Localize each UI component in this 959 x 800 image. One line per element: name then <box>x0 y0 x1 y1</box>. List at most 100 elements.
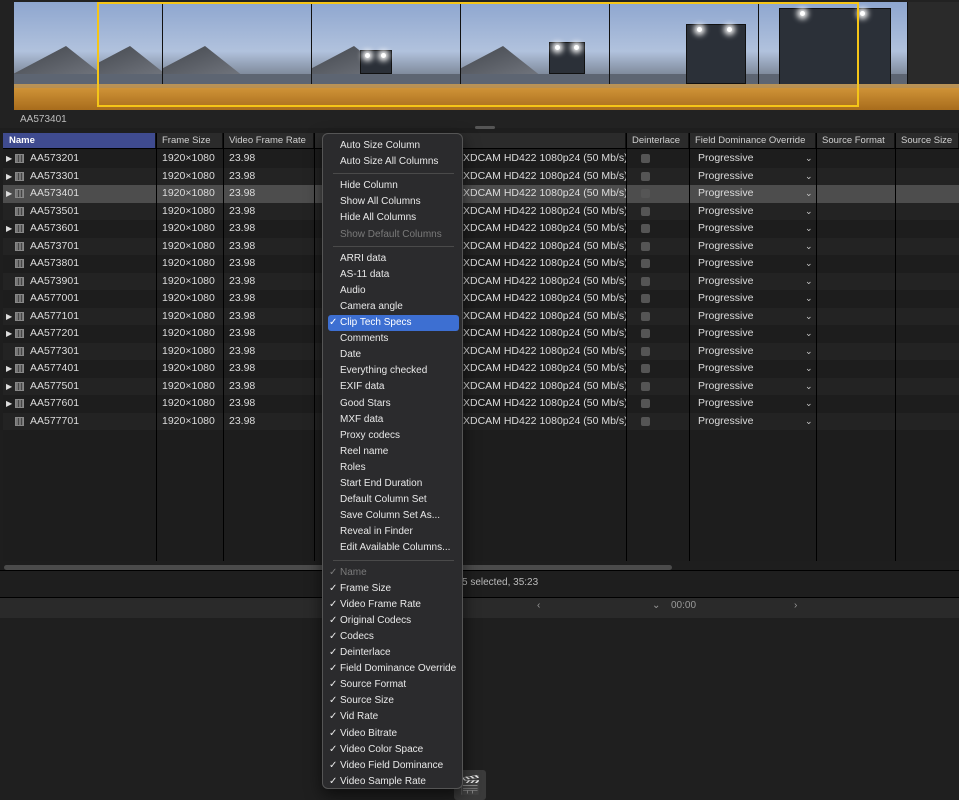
column-header[interactable]: Source Size <box>895 133 959 148</box>
chevron-down-icon[interactable]: ⌄ <box>805 360 813 378</box>
deinterlace-checkbox[interactable] <box>641 259 650 268</box>
column-header[interactable]: Frame Size <box>156 133 223 148</box>
deinterlace-checkbox[interactable] <box>641 189 650 198</box>
column-header[interactable]: Video Frame Rate <box>223 133 314 148</box>
menu-item[interactable]: Start End Duration <box>328 476 459 492</box>
menu-item[interactable]: ✓ Source Size <box>328 693 459 709</box>
deinterlace-checkbox[interactable] <box>641 311 650 321</box>
menu-item[interactable]: Date <box>328 347 459 363</box>
chevron-down-icon[interactable]: ⌄ <box>805 343 813 361</box>
field-dominance-cell[interactable]: Progressive <box>698 255 753 273</box>
column-header[interactable]: Field Dominance Override <box>689 133 816 148</box>
selection-range-outline[interactable] <box>97 2 859 107</box>
disclosure-triangle-icon[interactable]: ▶ <box>6 325 12 343</box>
chevron-down-icon[interactable]: ⌄ <box>805 220 813 238</box>
deinterlace-checkbox[interactable] <box>641 399 650 408</box>
menu-item[interactable]: Default Column Set <box>328 492 459 508</box>
menu-item[interactable]: ✓ Vid Rate <box>328 709 459 725</box>
chevron-down-icon[interactable]: ⌄ <box>805 150 813 168</box>
previous-icon[interactable]: ‹ <box>537 600 540 611</box>
field-dominance-cell[interactable]: Progressive <box>698 220 753 238</box>
menu-item[interactable]: Audio <box>328 283 459 299</box>
field-dominance-cell[interactable]: Progressive <box>698 150 753 168</box>
disclosure-triangle-icon[interactable]: ▶ <box>6 185 12 203</box>
deinterlace-checkbox[interactable] <box>641 206 650 216</box>
chevron-down-icon[interactable]: ⌄ <box>805 413 813 431</box>
deinterlace-checkbox[interactable] <box>641 381 650 391</box>
field-dominance-cell[interactable]: Progressive <box>698 413 753 431</box>
chevron-down-icon[interactable]: ⌄ <box>805 168 813 186</box>
menu-item[interactable]: Hide All Columns <box>328 210 459 226</box>
field-dominance-cell[interactable]: Progressive <box>698 168 753 186</box>
next-icon[interactable]: › <box>794 600 797 611</box>
field-dominance-cell[interactable]: Progressive <box>698 238 753 256</box>
chevron-down-icon[interactable]: ⌄ <box>805 203 813 221</box>
disclosure-triangle-icon[interactable]: ▶ <box>6 378 12 396</box>
field-dominance-cell[interactable]: Progressive <box>698 343 753 361</box>
menu-item[interactable]: ✓ Video Field Dominance <box>328 758 459 774</box>
chevron-down-icon[interactable]: ⌄ <box>805 255 813 273</box>
disclosure-triangle-icon[interactable]: ▶ <box>6 150 12 168</box>
menu-item[interactable]: ✓ Original Codecs <box>328 613 459 629</box>
field-dominance-cell[interactable]: Progressive <box>698 290 753 308</box>
deinterlace-checkbox[interactable] <box>641 329 650 338</box>
field-dominance-cell[interactable]: Progressive <box>698 203 753 221</box>
disclosure-triangle-icon[interactable]: ▶ <box>6 395 12 413</box>
menu-item[interactable]: ✓ Video Color Space <box>328 742 459 758</box>
chevron-down-icon[interactable]: ⌄ <box>805 325 813 343</box>
column-header[interactable]: Source Format <box>816 133 895 148</box>
field-dominance-cell[interactable]: Progressive <box>698 325 753 343</box>
column-header[interactable]: Name <box>3 133 156 148</box>
menu-item[interactable]: Hide Column <box>328 178 459 194</box>
menu-item[interactable]: Comments <box>328 331 459 347</box>
chevron-down-icon[interactable]: ⌄ <box>805 273 813 291</box>
menu-item[interactable]: ✓ Source Format <box>328 677 459 693</box>
menu-item[interactable]: Show All Columns <box>328 194 459 210</box>
menu-item[interactable]: ✓ Video Bitrate <box>328 726 459 742</box>
chevron-down-icon[interactable]: ⌄ <box>805 290 813 308</box>
field-dominance-cell[interactable]: Progressive <box>698 378 753 396</box>
menu-item[interactable]: EXIF data <box>328 379 459 395</box>
menu-item[interactable]: Camera angle <box>328 299 459 315</box>
field-dominance-cell[interactable]: Progressive <box>698 185 753 203</box>
menu-item[interactable]: Proxy codecs <box>328 428 459 444</box>
deinterlace-checkbox[interactable] <box>641 364 650 373</box>
deinterlace-checkbox[interactable] <box>641 241 650 251</box>
menu-item[interactable]: AS-11 data <box>328 267 459 283</box>
menu-item[interactable]: Reveal in Finder <box>328 524 459 540</box>
menu-item[interactable]: Reel name <box>328 444 459 460</box>
disclosure-triangle-icon[interactable]: ▶ <box>6 220 12 238</box>
menu-item[interactable]: ARRI data <box>328 251 459 267</box>
menu-item[interactable]: ✓ Frame Size <box>328 581 459 597</box>
disclosure-triangle-icon[interactable]: ▶ <box>6 168 12 186</box>
field-dominance-cell[interactable]: Progressive <box>698 273 753 291</box>
menu-item[interactable]: Edit Available Columns... <box>328 540 459 556</box>
chevron-down-icon[interactable]: ⌄ <box>805 395 813 413</box>
menu-item[interactable]: ✓ Field Dominance Override <box>328 661 459 677</box>
column-header[interactable]: Deinterlace <box>626 133 689 148</box>
menu-item[interactable]: Roles <box>328 460 459 476</box>
resize-handle[interactable] <box>475 126 495 129</box>
chevron-down-icon[interactable]: ⌄ <box>805 308 813 326</box>
menu-item[interactable]: ✓ Codecs <box>328 629 459 645</box>
deinterlace-checkbox[interactable] <box>641 224 650 233</box>
filmstrip-viewer[interactable]: AA573401 <box>0 0 959 129</box>
deinterlace-checkbox[interactable] <box>641 416 650 426</box>
chevron-down-icon[interactable]: ⌄ <box>805 185 813 203</box>
menu-item[interactable]: Auto Size Column <box>328 138 459 154</box>
chevron-down-icon[interactable]: ⌄ <box>805 238 813 256</box>
deinterlace-checkbox[interactable] <box>641 171 650 181</box>
menu-item[interactable]: ✓ Clip Tech Specs <box>328 315 459 331</box>
menu-item[interactable]: Auto Size All Columns <box>328 154 459 170</box>
deinterlace-checkbox[interactable] <box>641 346 650 356</box>
field-dominance-cell[interactable]: Progressive <box>698 360 753 378</box>
menu-item[interactable]: ✓ Video Sample Rate <box>328 774 459 790</box>
disclosure-triangle-icon[interactable]: ▶ <box>6 360 12 378</box>
deinterlace-checkbox[interactable] <box>641 294 650 303</box>
chevron-down-icon[interactable]: ⌄ <box>805 378 813 396</box>
field-dominance-cell[interactable]: Progressive <box>698 395 753 413</box>
field-dominance-cell[interactable]: Progressive <box>698 308 753 326</box>
menu-item[interactable]: Good Stars <box>328 396 459 412</box>
deinterlace-checkbox[interactable] <box>641 154 650 163</box>
menu-item[interactable]: Everything checked <box>328 363 459 379</box>
